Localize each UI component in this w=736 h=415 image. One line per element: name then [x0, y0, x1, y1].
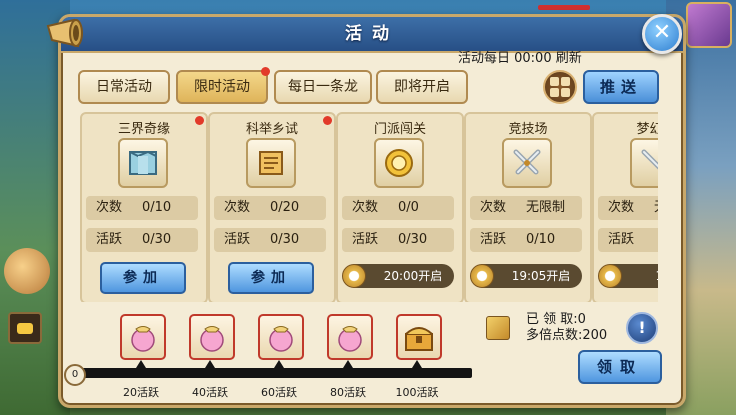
tab-label: 限时活动 [194, 79, 250, 95]
count-value: 0/10 [142, 200, 172, 215]
activity-name: 科举乡试 [245, 122, 298, 137]
activity-list[interactable]: 三界奇缘 次数 0/10 活跃 0/30 参加 科举乡试 次数 0/20 活跃 0/30… [80, 112, 658, 302]
treasure-chest-icon [405, 327, 433, 351]
notification-dot [323, 116, 332, 125]
reward-scroll-icon [486, 316, 510, 340]
activity-card[interactable]: 科举乡试 次数 0/20 活跃 0/30 参加 [208, 112, 336, 302]
open-time-badge: 19:05开启 [470, 264, 582, 288]
count-value: 无 [654, 196, 658, 220]
activeness-row: 活跃 0/30 [86, 228, 198, 252]
activity-name: 门派闯关 [373, 122, 426, 137]
reward-gift-20[interactable] [120, 314, 166, 360]
tab-label: 即将开启 [394, 79, 450, 95]
activeness-row: 活跃 0/10 [470, 228, 582, 252]
milestone-marker [412, 360, 422, 368]
tab-limited[interactable]: 限时活动 [176, 67, 270, 104]
activity-card[interactable]: 梦幻巅 次数无 活跃 19:0 [592, 112, 658, 302]
reward-gift-80[interactable] [327, 314, 373, 360]
crossed-swords-icon [502, 138, 552, 188]
title-bar: 活动 [61, 17, 683, 53]
count-value: 0/20 [270, 200, 300, 215]
milestone-marker [205, 360, 215, 368]
map-scroll-icon [118, 138, 168, 188]
hp-bar [538, 5, 590, 10]
milestone-label: 20活跃 [123, 386, 159, 399]
count-row: 次数 0/0 [342, 196, 454, 220]
reward-gift-60[interactable] [258, 314, 304, 360]
activity-card[interactable]: 竞技场 次数 无限制 活跃 0/10 19:05开启 [464, 112, 592, 302]
claimed-count: 已 领 取:0 [526, 312, 586, 327]
clock-icon [598, 264, 622, 288]
milestone-marker [343, 360, 353, 368]
milestone-label: 80活跃 [330, 386, 366, 399]
activeness-row: 活跃 0/30 [214, 228, 326, 252]
activeness-value: 0/30 [398, 232, 428, 247]
exam-scroll-icon [246, 138, 296, 188]
milestone-marker [274, 360, 284, 368]
chat-button[interactable] [8, 312, 42, 344]
milestone-marker [136, 360, 146, 368]
npc-portrait[interactable] [4, 248, 50, 294]
tab-dragon[interactable]: 每日一条龙 [274, 70, 372, 104]
reward-chest-100[interactable] [396, 314, 442, 360]
exclamation-icon: ! [638, 318, 646, 337]
count-row: 次数 0/10 [86, 196, 198, 220]
join-button[interactable]: 参加 [100, 262, 186, 294]
notification-dot [195, 116, 204, 125]
activeness-value: 0/30 [270, 232, 300, 247]
close-icon: ✕ [652, 20, 672, 45]
activeness-value: 0/30 [142, 232, 172, 247]
count-value: 无限制 [526, 200, 566, 215]
grid-icon [550, 77, 559, 86]
activity-name: 梦幻巅 [636, 122, 658, 137]
count-row: 次数 无限制 [470, 196, 582, 220]
milestone-label: 60活跃 [261, 386, 297, 399]
pink-pouch-icon [200, 326, 224, 352]
info-button[interactable]: ! [626, 312, 658, 344]
pink-pouch-icon [269, 326, 293, 352]
activity-name: 竞技场 [508, 122, 548, 137]
open-time-badge: 19:0 [598, 264, 658, 288]
join-button[interactable]: 参加 [228, 262, 314, 294]
chat-icon [17, 322, 33, 334]
count-value: 0/0 [398, 200, 419, 215]
pink-pouch-icon [338, 326, 362, 352]
panel-title: 活动 [345, 24, 399, 44]
activity-card[interactable]: 三界奇缘 次数 0/10 活跃 0/30 参加 [80, 112, 208, 302]
activeness-value: 0/10 [526, 232, 556, 247]
milestone-label: 100活跃 [395, 386, 439, 399]
activeness-row: 活跃 0/30 [342, 228, 454, 252]
claim-info: 已 领 取:0 多倍点数:200 [526, 312, 607, 344]
horn-icon [46, 18, 83, 48]
pink-pouch-icon [131, 326, 155, 352]
claim-button[interactable]: 领取 [578, 350, 662, 384]
activeness-row: 活跃 [598, 228, 658, 252]
tab-daily[interactable]: 日常活动 [78, 70, 170, 104]
tab-upcoming[interactable]: 即将开启 [376, 70, 468, 104]
close-button[interactable]: ✕ [642, 14, 682, 54]
player-avatar[interactable] [686, 2, 732, 48]
refresh-info: 活动每日 00:00 刷新 [458, 51, 582, 66]
activity-name: 三界奇缘 [117, 122, 170, 137]
count-row: 次数 0/20 [214, 196, 326, 220]
clock-icon [342, 264, 366, 288]
tab-label: 日常活动 [96, 79, 152, 95]
count-row: 次数无 [598, 196, 658, 220]
sword-icon [630, 138, 658, 188]
grid-view-button[interactable] [543, 70, 577, 104]
reward-gift-40[interactable] [189, 314, 235, 360]
clock-icon [470, 264, 494, 288]
notification-dot [261, 67, 270, 76]
push-button[interactable]: 推送 [583, 70, 659, 104]
milestone-label: 40活跃 [192, 386, 228, 399]
gold-token-icon [374, 138, 424, 188]
progress-start: 0 [64, 364, 86, 386]
tab-label: 每日一条龙 [288, 79, 358, 95]
activeness-progress-track [70, 368, 472, 378]
open-time-badge: 20:00开启 [342, 264, 454, 288]
activity-card[interactable]: 门派闯关 次数 0/0 活跃 0/30 20:00开启 [336, 112, 464, 302]
multiplier-points: 多倍点数:200 [526, 328, 608, 343]
